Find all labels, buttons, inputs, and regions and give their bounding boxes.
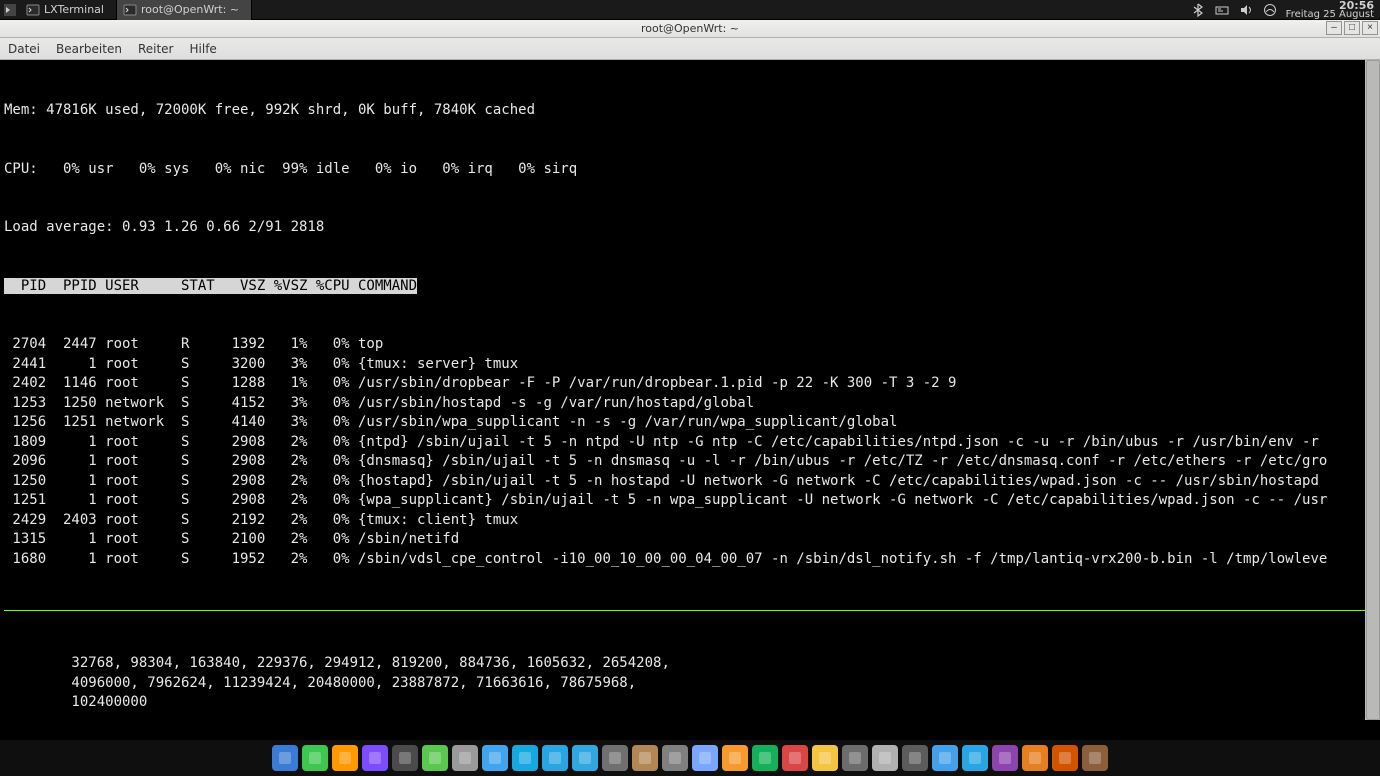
dock-app-icon[interactable]	[662, 745, 688, 771]
terminal-viewport[interactable]: Mem: 47816K used, 72000K free, 992K shrd…	[0, 60, 1380, 720]
minimize-button[interactable]: ‒	[1326, 21, 1342, 35]
terminal-line: 4096000, 7962624, 11239424, 20480000, 23…	[4, 674, 1376, 694]
dock-app-icon[interactable]	[962, 745, 988, 771]
terminal-window: root@OpenWrt: ~ ‒ □ × Datei Bearbeiten R…	[0, 20, 1380, 720]
maximize-button[interactable]: □	[1344, 21, 1360, 35]
dock-app-icon[interactable]	[1022, 745, 1048, 771]
close-button[interactable]: ×	[1362, 21, 1378, 35]
dock-app-icon[interactable]	[482, 745, 508, 771]
process-row: 1256 1251 network S 4140 3% 0% /usr/sbin…	[4, 413, 1376, 433]
dock-app-icon[interactable]	[782, 745, 808, 771]
dock-app-icon[interactable]	[902, 745, 928, 771]
volume-icon[interactable]	[1238, 2, 1254, 18]
dock-app-icon[interactable]	[332, 745, 358, 771]
process-row: 1251 1 root S 2908 2% 0% {wpa_supplicant…	[4, 491, 1376, 511]
terminal-line: 32768, 98304, 163840, 229376, 294912, 81…	[4, 654, 1376, 674]
window-titlebar[interactable]: root@OpenWrt: ~ ‒ □ ×	[0, 20, 1380, 38]
process-row: 2402 1146 root S 1288 1% 0% /usr/sbin/dr…	[4, 374, 1376, 394]
process-row: 1253 1250 network S 4152 3% 0% /usr/sbin…	[4, 394, 1376, 414]
terminal-icon	[123, 3, 137, 17]
menu-hilfe[interactable]: Hilfe	[190, 42, 217, 56]
dock-app-icon[interactable]	[512, 745, 538, 771]
process-row: 2704 2447 root R 1392 1% 0% top	[4, 335, 1376, 355]
dock-app-icon[interactable]	[422, 745, 448, 771]
task-tab-openwrt[interactable]: root@OpenWrt: ~	[117, 0, 252, 20]
dock-app-icon[interactable]	[992, 745, 1018, 771]
process-row: 2096 1 root S 2908 2% 0% {dnsmasq} /sbin…	[4, 452, 1376, 472]
terminal-line: 102400000	[4, 693, 1376, 713]
dock-app-icon[interactable]	[812, 745, 838, 771]
power-icon[interactable]	[1262, 2, 1278, 18]
process-row: 1809 1 root S 2908 2% 0% {ntpd} /sbin/uj…	[4, 433, 1376, 453]
terminal-icon	[26, 3, 40, 17]
window-title: root@OpenWrt: ~	[641, 22, 739, 35]
menubar: Datei Bearbeiten Reiter Hilfe	[0, 38, 1380, 60]
top-header-line: PID PPID USER STAT VSZ %VSZ %CPU COMMAND	[4, 277, 1376, 297]
dock-app-icon[interactable]	[872, 745, 898, 771]
dock-app-icon[interactable]	[632, 745, 658, 771]
bluetooth-icon[interactable]	[1190, 2, 1206, 18]
dock-app-icon[interactable]	[842, 745, 868, 771]
bottom-pane: 32768, 98304, 163840, 229376, 294912, 81…	[4, 654, 1376, 720]
dock-app-icon[interactable]	[1052, 745, 1078, 771]
dock-app-icon[interactable]	[1082, 745, 1108, 771]
dock-app-icon[interactable]	[722, 745, 748, 771]
dock-app-icon[interactable]	[392, 745, 418, 771]
dock-app-icon[interactable]	[752, 745, 778, 771]
process-row: 2429 2403 root S 2192 2% 0% {tmux: clien…	[4, 511, 1376, 531]
process-row: 2441 1 root S 3200 3% 0% {tmux: server} …	[4, 355, 1376, 375]
menu-reiter[interactable]: Reiter	[138, 42, 174, 56]
menu-bearbeiten[interactable]: Bearbeiten	[56, 42, 122, 56]
pane-separator[interactable]	[4, 610, 1376, 611]
task-tab-label: root@OpenWrt: ~	[141, 3, 239, 16]
dock	[0, 740, 1380, 776]
clock-date: Freitag 25 August	[1286, 10, 1374, 19]
top-mem-line: Mem: 47816K used, 72000K free, 992K shrd…	[4, 101, 1376, 121]
menu-datei[interactable]: Datei	[8, 42, 40, 56]
terminal-line	[4, 713, 1376, 721]
dock-app-icon[interactable]	[932, 745, 958, 771]
dock-app-icon[interactable]	[542, 745, 568, 771]
task-tab-label: LXTerminal	[44, 3, 104, 16]
process-row: 1315 1 root S 2100 2% 0% /sbin/netifd	[4, 530, 1376, 550]
process-row: 1250 1 root S 2908 2% 0% {hostapd} /sbin…	[4, 472, 1376, 492]
app-menu-icon[interactable]	[0, 0, 20, 20]
desktop-taskbar: LXTerminal root@OpenWrt: ~ 20:56 Freitag…	[0, 0, 1380, 20]
dock-app-icon[interactable]	[452, 745, 478, 771]
top-cpu-line: CPU: 0% usr 0% sys 0% nic 99% idle 0% io…	[4, 160, 1376, 180]
dock-app-icon[interactable]	[572, 745, 598, 771]
process-row: 1680 1 root S 1952 2% 0% /sbin/vdsl_cpe_…	[4, 550, 1376, 570]
process-list: 2704 2447 root R 1392 1% 0% top 2441 1 r…	[4, 335, 1376, 569]
dock-app-icon[interactable]	[272, 745, 298, 771]
scrollbar-thumb[interactable]	[1366, 60, 1380, 720]
clock[interactable]: 20:56 Freitag 25 August	[1286, 1, 1374, 19]
dock-app-icon[interactable]	[362, 745, 388, 771]
dock-app-icon[interactable]	[302, 745, 328, 771]
dock-app-icon[interactable]	[692, 745, 718, 771]
top-load-line: Load average: 0.93 1.26 0.66 2/91 2818	[4, 218, 1376, 238]
task-tab-lxterminal[interactable]: LXTerminal	[20, 0, 117, 20]
vertical-scrollbar[interactable]	[1365, 60, 1380, 720]
network-icon[interactable]	[1214, 2, 1230, 18]
dock-app-icon[interactable]	[602, 745, 628, 771]
